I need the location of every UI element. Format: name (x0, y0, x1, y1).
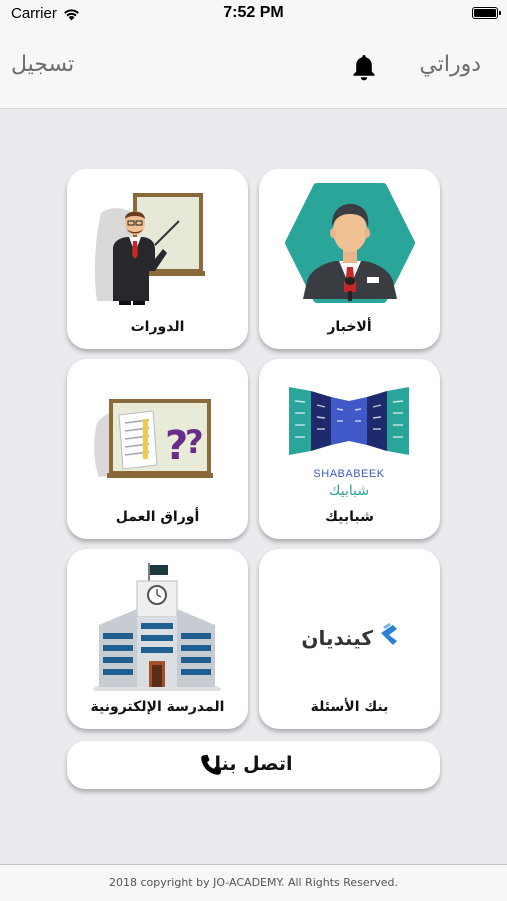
school-building-icon (93, 563, 221, 691)
tile-worksheets[interactable]: ? ? أوراق العمل (67, 359, 248, 539)
tile-question-bank[interactable]: كينديان بنك الأسئلة (259, 549, 440, 729)
worksheet-board-icon: ? ? (94, 399, 213, 478)
bell-icon[interactable] (352, 53, 376, 85)
contact-us-button[interactable]: اتصل بنا (67, 741, 440, 789)
tile-label: أوراق العمل (115, 509, 200, 525)
footer: 2018 copyright by JO-ACADEMY. All Rights… (0, 864, 507, 901)
my-courses-button[interactable]: دوراتي (419, 52, 481, 77)
shababeek-arabic-text: شبابيك (329, 483, 369, 499)
tile-label: بنك الأسئلة (310, 699, 389, 715)
shababeek-logo: SHABABEEK شبابيك (289, 387, 409, 499)
shababeek-latin-text: SHABABEEK (313, 468, 384, 480)
copyright-text: 2018 copyright by JO-ACADEMY. All Rights… (109, 876, 398, 889)
tile-label: ألاخبار (327, 319, 372, 335)
tile-e-school[interactable]: المدرسة الإلكترونية (67, 549, 248, 729)
tile-label: الدورات (130, 319, 185, 335)
clock-time: 7:52 PM (223, 4, 284, 21)
tile-label: شبابيك (325, 509, 374, 525)
kendian-logo: كينديان (301, 623, 397, 650)
tile-news[interactable]: ألاخبار (259, 169, 440, 349)
status-bar: Carrier 7:52 PM (0, 0, 507, 28)
kendian-logo-text: كينديان (301, 626, 373, 650)
register-button[interactable]: تسجيل (11, 52, 74, 77)
battery-icon (472, 7, 501, 19)
navigation-bar: تسجيل دوراتي (0, 28, 507, 109)
teacher-board-icon (94, 193, 205, 305)
tile-courses[interactable]: الدورات (67, 169, 248, 349)
svg-text:?: ? (185, 423, 204, 461)
contact-us-label: اتصل بنا (214, 753, 293, 775)
tile-label: المدرسة الإلكترونية (90, 699, 225, 715)
news-anchor-icon (285, 183, 415, 303)
tile-shababeek[interactable]: SHABABEEK شبابيك شبابيك (259, 359, 440, 539)
